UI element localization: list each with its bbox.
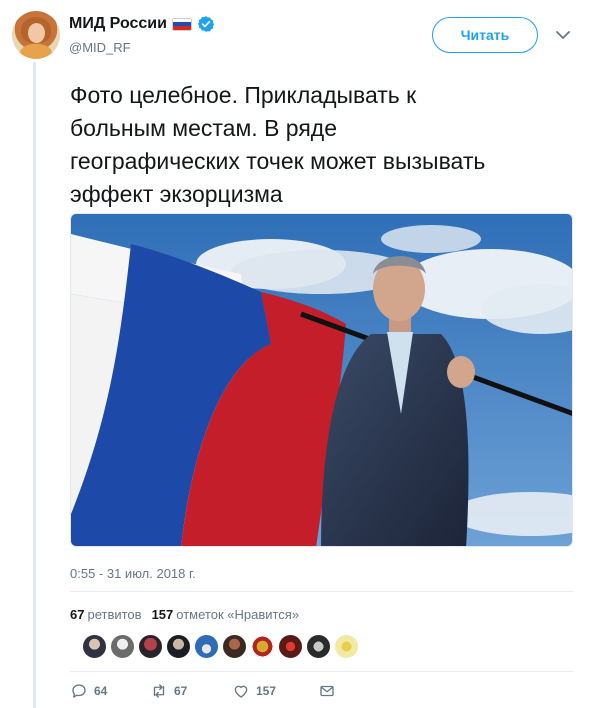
liker-avatar[interactable] [138, 634, 163, 659]
photo-illustration [71, 214, 572, 546]
retweets-stat[interactable]: 67 ретвитов [70, 607, 142, 622]
liker-avatar[interactable] [222, 634, 247, 659]
likes-stat[interactable]: 157 отметок «Нравится» [152, 607, 300, 622]
retweet-icon [153, 684, 165, 698]
author-handle[interactable]: @MID_RF [69, 40, 131, 55]
tweet-text: Фото целебное. Прикладывать к больным ме… [70, 79, 585, 211]
russian-flag-icon [171, 17, 192, 31]
display-name[interactable]: МИД России [69, 15, 167, 33]
divider [70, 671, 573, 672]
tweet-actions: 64 67 157 [70, 682, 336, 700]
heart-icon [234, 685, 248, 698]
envelope-icon [320, 685, 334, 697]
retweet-count: 67 [174, 684, 188, 698]
reply-icon [72, 684, 86, 698]
liker-avatar[interactable] [278, 634, 303, 659]
tweet-photo[interactable] [70, 213, 573, 547]
retweets-stat-label: ретвитов [87, 607, 142, 622]
verified-badge-icon [197, 16, 215, 32]
liker-avatar[interactable] [334, 634, 359, 659]
liker-avatar[interactable] [250, 634, 275, 659]
tweet-timestamp[interactable]: 0:55 - 31 июл. 2018 г. [70, 566, 196, 581]
engagement-stats: 67 ретвитов 157 отметок «Нравится» [70, 607, 299, 622]
likers-avatars [82, 634, 359, 659]
likes-stat-label: отметок «Нравится» [176, 607, 300, 622]
reply-count: 64 [94, 684, 108, 698]
reply-button[interactable]: 64 [70, 682, 150, 700]
tweet-text-line: географических точек может вызывать [70, 148, 486, 174]
follow-button[interactable]: Читать [432, 17, 538, 53]
avatar[interactable] [12, 11, 60, 59]
like-button[interactable]: 157 [232, 682, 318, 700]
retweets-stat-count: 67 [70, 607, 85, 622]
avatar-body [20, 44, 52, 59]
avatar-face [28, 23, 45, 43]
retweet-button[interactable]: 67 [150, 682, 232, 700]
like-count: 157 [256, 684, 277, 698]
tweet-text-line: больным местам. В ряде [70, 115, 337, 141]
chevron-down-icon[interactable] [555, 30, 571, 40]
liker-avatar[interactable] [166, 634, 191, 659]
liker-avatar[interactable] [110, 634, 135, 659]
thread-line [33, 62, 36, 708]
likes-stat-count: 157 [151, 607, 174, 622]
liker-avatar[interactable] [306, 634, 331, 659]
direct-message-button[interactable] [318, 682, 336, 700]
liker-avatar[interactable] [194, 634, 219, 659]
tweet-text-line: эффект экзорцизма [70, 181, 283, 207]
liker-avatar[interactable] [82, 634, 107, 659]
author-name-row[interactable]: МИД России [69, 15, 215, 33]
tweet-text-line: Фото целебное. Прикладывать к [70, 82, 417, 108]
divider [70, 591, 573, 592]
